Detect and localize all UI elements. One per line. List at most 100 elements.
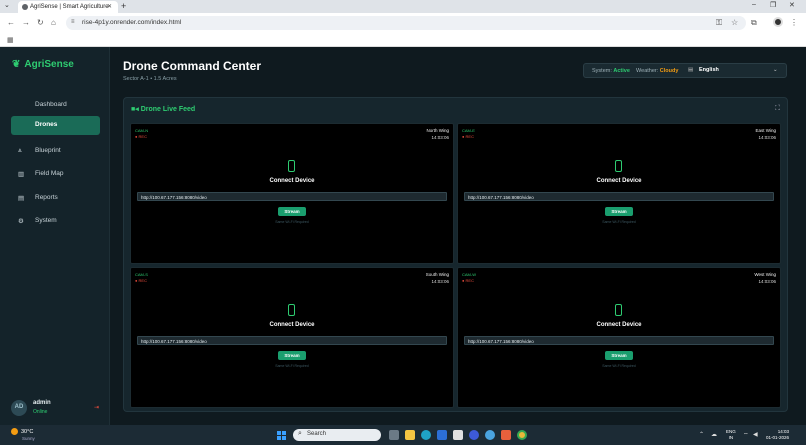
sidebar-item-label: Field Map <box>35 170 64 177</box>
camera-time: 14:03:06 <box>431 135 449 140</box>
system-label: System: <box>592 68 612 74</box>
os-taskbar: 30°C Sunny ⌕ Search ⌃ ☁ ENG IN ⌔ ◀ 14:03… <box>0 425 806 445</box>
sidebar-item-blueprint[interactable]: ⩓ Blueprint <box>11 142 100 161</box>
phone-icon <box>615 304 622 316</box>
extensions-icon[interactable]: ⧉ <box>751 18 757 28</box>
language-select[interactable]: English <box>699 67 719 73</box>
app-icon[interactable] <box>485 430 495 440</box>
taskbar-search[interactable]: ⌕ Search <box>293 429 381 441</box>
feed-title: ■◂ Drone Live Feed <box>131 105 195 113</box>
password-key-icon[interactable]: ⚿ <box>716 18 722 28</box>
back-icon[interactable]: ← <box>7 18 15 27</box>
stream-button[interactable]: Stream <box>605 207 633 216</box>
lang-bottom: IN <box>728 434 734 440</box>
stream-url-input[interactable] <box>464 192 774 201</box>
page-title: Drone Command Center <box>123 59 262 73</box>
weather-condition: Sunny <box>22 436 35 441</box>
sidebar-item-field-map[interactable]: ▥ Field Map <box>11 165 100 184</box>
camera-time: 14:03:06 <box>758 135 776 140</box>
stream-button[interactable]: Stream <box>278 207 306 216</box>
feed-title-text: Drone Live Feed <box>140 106 196 113</box>
search-icon: ⌕ <box>298 430 302 437</box>
bookmark-star-icon[interactable]: ☆ <box>731 18 738 27</box>
minimize-icon[interactable]: – <box>752 1 756 8</box>
maximize-icon[interactable]: ❐ <box>770 1 776 9</box>
camera-time: 14:03:06 <box>758 279 776 284</box>
stream-url-input[interactable] <box>137 192 447 201</box>
rec-indicator: ● REC <box>135 278 147 283</box>
fullscreen-icon[interactable]: ⛶ <box>775 105 780 113</box>
status-panel: System: Active Weather: Cloudy ▤ English… <box>583 63 787 78</box>
volume-icon[interactable]: ◀ <box>753 431 758 438</box>
forward-icon[interactable]: → <box>22 18 30 27</box>
phone-icon <box>288 304 295 316</box>
weather-temp: 30°C <box>21 428 34 435</box>
avatar[interactable]: AD <box>11 400 27 416</box>
sidebar-item-label: System <box>35 217 57 224</box>
brave-icon[interactable] <box>501 430 511 440</box>
home-icon[interactable]: ⌂ <box>51 18 56 27</box>
stream-button[interactable]: Stream <box>278 351 306 360</box>
stream-button[interactable]: Stream <box>605 351 633 360</box>
wifi-icon[interactable]: ⌔ <box>743 431 749 439</box>
connect-device-label: Connect Device <box>596 322 642 328</box>
brand-name: AgriSense <box>24 59 74 70</box>
sidebar-item-label: Blueprint <box>35 147 61 154</box>
leaf-icon: ❦ <box>12 59 21 70</box>
tab-close-icon[interactable]: ✕ <box>107 3 112 10</box>
sidebar-item-label: Reports <box>35 194 58 201</box>
cloud-icon[interactable]: ☁ <box>711 431 717 438</box>
camera-wing: North Wing <box>426 128 449 133</box>
reload-icon[interactable]: ↻ <box>37 18 44 27</box>
store-icon[interactable] <box>437 430 447 440</box>
logout-icon[interactable]: ⇥ <box>94 404 99 411</box>
stream-url-input[interactable] <box>137 336 447 345</box>
file-explorer-icon[interactable] <box>405 430 415 440</box>
camera-id: CAM-S <box>135 272 148 277</box>
camera-id: CAM-E <box>462 128 475 133</box>
sidebar-item-dashboard[interactable]: Dashboard <box>11 96 100 115</box>
sun-icon <box>11 428 18 435</box>
sidebar-item-reports[interactable]: ▤ Reports <box>11 189 100 208</box>
reports-icon: ▤ <box>18 195 25 202</box>
map-icon: ▥ <box>18 171 25 178</box>
site-info-icon[interactable]: ≡ <box>71 19 75 25</box>
sidebar-item-system[interactable]: ⚙ System <box>11 212 100 231</box>
stream-url-input[interactable] <box>464 336 774 345</box>
gear-icon: ⚙ <box>18 218 24 225</box>
connect-device-label: Connect Device <box>269 322 315 328</box>
camera-tile-north: CAM-N ● REC North Wing 14:03:06 Connect … <box>130 123 454 264</box>
wifi-note: Same Wi-Fi Required <box>275 364 309 368</box>
task-view-icon[interactable] <box>389 430 399 440</box>
system-clock[interactable]: 14:03 01-01-2026 <box>766 429 789 441</box>
input-language[interactable]: ENG IN <box>726 429 736 440</box>
connect-device-label: Connect Device <box>596 178 642 184</box>
edge-icon[interactable] <box>421 430 431 440</box>
clock-date: 01-01-2026 <box>766 435 790 440</box>
apps-grid-icon[interactable]: ▦ <box>7 36 14 44</box>
browser-tab[interactable]: AgriSense | Smart Agriculture <box>18 1 118 13</box>
user-name: admin <box>33 400 51 406</box>
rec-indicator: ● REC <box>462 134 474 139</box>
new-tab-icon[interactable]: + <box>121 1 126 11</box>
address-bar[interactable]: ≡ rise-4p1y.onrender.com/index.html <box>66 16 746 30</box>
app-logo[interactable]: ❦ AgriSense <box>12 59 74 70</box>
taskbar-weather[interactable]: 30°C <box>11 428 33 435</box>
outlook-icon[interactable] <box>453 430 463 440</box>
start-icon[interactable] <box>277 431 286 440</box>
browser-toolbar: ← → ↻ ⌂ ≡ rise-4p1y.onrender.com/index.h… <box>0 13 806 33</box>
browser-menu-icon[interactable]: ⋮ <box>790 18 798 27</box>
sidebar-item-label: Drones <box>35 121 58 128</box>
profile-avatar[interactable] <box>773 17 783 27</box>
sidebar-item-drones[interactable]: Drones <box>11 116 100 135</box>
camera-wing: East Wing <box>755 128 776 133</box>
hp-icon[interactable] <box>469 430 479 440</box>
chrome-icon[interactable] <box>517 430 527 440</box>
blueprint-icon: ⩓ <box>18 147 22 154</box>
wifi-note: Same Wi-Fi Required <box>602 220 636 224</box>
tab-menu-icon[interactable]: ⌄ <box>4 1 10 9</box>
camera-wing: West Wing <box>754 272 776 277</box>
tray-chevron-icon[interactable]: ⌃ <box>699 431 704 438</box>
close-window-icon[interactable]: ✕ <box>789 1 795 9</box>
chevron-down-icon[interactable]: ⌄ <box>773 67 778 73</box>
